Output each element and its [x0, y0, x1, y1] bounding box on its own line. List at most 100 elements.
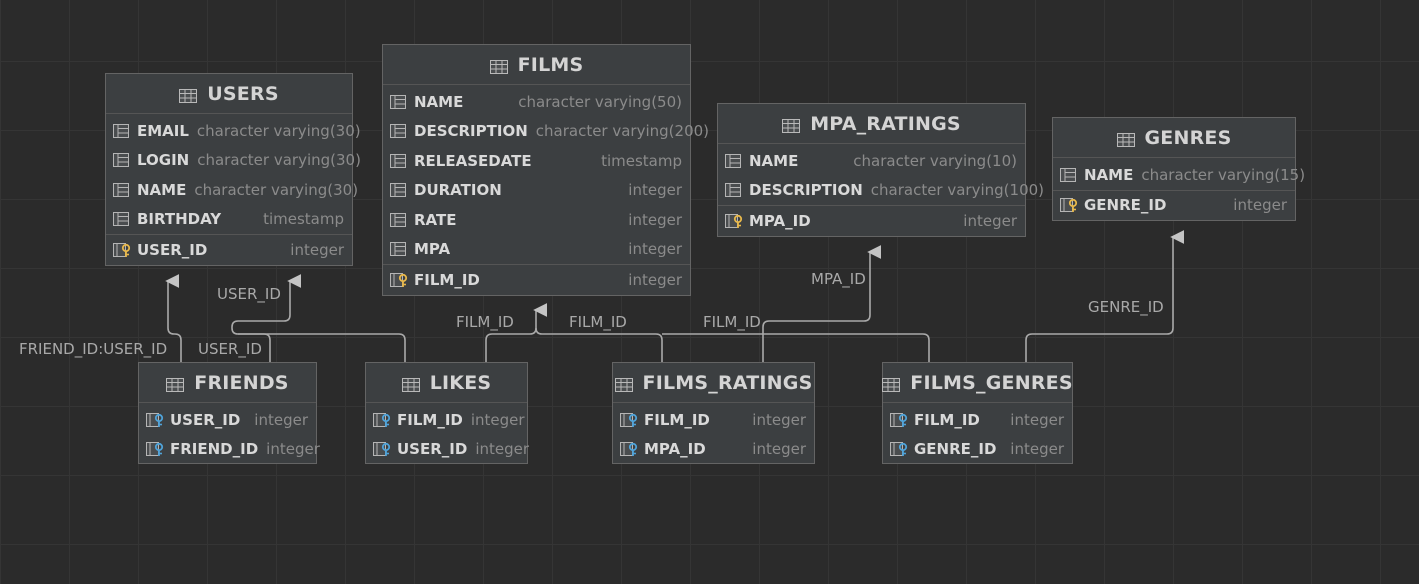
column-type: integer	[628, 181, 682, 200]
relation-label: FILM_ID	[456, 313, 514, 331]
relation-films-ratings-film-id	[535, 327, 663, 362]
key-row[interactable]: FILM_ID integer	[613, 405, 814, 435]
table-title: FILMS_GENRES	[910, 371, 1073, 394]
column-row[interactable]: MPA integer	[383, 235, 690, 265]
column-icon	[390, 183, 406, 198]
column-row[interactable]: NAME character varying(10)	[718, 146, 1025, 176]
column-name: FILM_ID	[644, 410, 710, 429]
column-type: character varying(50)	[518, 92, 682, 111]
column-type: character varying(10)	[853, 151, 1017, 170]
table-icon	[1116, 130, 1135, 147]
table-mpa-ratings[interactable]: MPA_RATINGS NAME character varying(10) DE…	[717, 103, 1044, 237]
column-name: DURATION	[414, 181, 502, 200]
column-row[interactable]: NAME character varying(50)	[383, 87, 690, 117]
column-row[interactable]: NAME character varying(30)	[106, 175, 358, 205]
table-title: GENRES	[1144, 126, 1232, 149]
table-genres[interactable]: GENRES NAME character varying(15) GENRE_I…	[1052, 117, 1305, 221]
key-row[interactable]: USER_ID integer	[366, 435, 529, 465]
column-row[interactable]: LOGIN character varying(30)	[106, 146, 361, 176]
foreign-key-icon	[146, 412, 164, 427]
primary-key-icon	[725, 213, 743, 228]
relation-label: USER_ID	[217, 285, 281, 303]
column-type: integer	[1233, 196, 1287, 215]
column-name: NAME	[414, 92, 464, 111]
diagram-canvas[interactable]: FRIEND_ID:USER_ID USER_ID USER_ID FILM_I…	[0, 0, 1419, 584]
column-name: DESCRIPTION	[749, 181, 863, 200]
relation-label: FILM_ID	[703, 313, 761, 331]
column-name: MPA_ID	[749, 211, 811, 230]
column-type: integer	[470, 410, 525, 429]
primary-key-icon	[1060, 198, 1078, 213]
table-films[interactable]: FILMS NAME character varying(50) DESCRIPT…	[382, 44, 709, 296]
column-type: integer	[752, 410, 806, 429]
key-row[interactable]: FILM_ID integer	[883, 405, 1072, 435]
table-header: LIKES	[366, 363, 527, 403]
key-row[interactable]: FRIEND_ID integer	[139, 435, 320, 465]
table-icon	[179, 86, 198, 103]
key-row[interactable]: USER_ID integer	[139, 405, 316, 435]
table-title: USERS	[207, 82, 279, 105]
foreign-key-icon	[373, 442, 391, 457]
relation-label: MPA_ID	[811, 270, 866, 288]
column-icon	[113, 182, 129, 197]
column-name: NAME	[137, 180, 187, 199]
relation-label: USER_ID	[198, 340, 262, 358]
table-friends[interactable]: FRIENDS USER_ID integer FRIEND_ID integer	[138, 362, 320, 465]
key-row[interactable]: FILM_ID integer	[366, 405, 527, 435]
column-name: FRIEND_ID	[170, 440, 259, 459]
column-type: character varying(200)	[535, 122, 710, 141]
column-type: timestamp	[601, 151, 682, 170]
relation-films-ratings-mpa-id	[762, 245, 882, 362]
column-name: GENRE_ID	[1084, 196, 1167, 215]
key-row[interactable]: GENRE_ID integer	[883, 435, 1072, 465]
column-name: USER_ID	[170, 410, 241, 429]
column-row[interactable]: DURATION integer	[383, 176, 690, 206]
key-row[interactable]: GENRE_ID integer	[1053, 189, 1295, 221]
table-header: FILMS_RATINGS	[613, 363, 814, 403]
table-likes[interactable]: LIKES FILM_ID integer USER_ID integer	[365, 362, 529, 465]
column-icon	[390, 153, 406, 168]
column-icon	[725, 153, 741, 168]
table-films-genres[interactable]: FILMS_GENRES FILM_ID integer GENRE_ID inte…	[882, 362, 1073, 464]
column-name: DESCRIPTION	[414, 122, 528, 141]
key-row[interactable]: MPA_ID integer	[613, 435, 814, 465]
table-header: USERS	[106, 74, 352, 114]
column-type: integer	[752, 440, 806, 459]
table-header: MPA_RATINGS	[718, 104, 1025, 144]
column-name: BIRTHDAY	[137, 210, 222, 229]
column-row[interactable]: DESCRIPTION character varying(200)	[383, 117, 709, 147]
foreign-key-icon	[373, 412, 391, 427]
column-icon	[725, 183, 741, 198]
column-row[interactable]: EMAIL character varying(30)	[106, 116, 361, 146]
column-type: character varying(30)	[194, 180, 359, 199]
column-row[interactable]: RELEASEDATE timestamp	[383, 146, 690, 176]
column-type: integer	[963, 211, 1017, 230]
column-row[interactable]: RATE integer	[383, 205, 690, 235]
column-icon	[113, 123, 129, 138]
column-type: character varying(30)	[197, 151, 361, 170]
relation-label: FILM_ID	[569, 313, 627, 331]
table-title: FILMS_RATINGS	[642, 371, 813, 394]
column-icon	[390, 94, 406, 109]
table-header: GENRES	[1053, 118, 1295, 158]
key-row[interactable]: FILM_ID integer	[383, 264, 690, 295]
table-films-ratings[interactable]: FILMS_RATINGS FILM_ID integer MPA_ID integ…	[612, 362, 815, 464]
primary-key-icon	[113, 242, 131, 257]
relation-label: FRIEND_ID:USER_ID	[19, 340, 168, 358]
column-type: integer	[628, 210, 682, 229]
column-name: RATE	[414, 210, 457, 229]
table-users[interactable]: USERS EMAIL character varying(30) LOGIN ch…	[105, 73, 361, 266]
column-row[interactable]: DESCRIPTION character varying(100)	[718, 176, 1044, 206]
column-icon	[113, 212, 129, 227]
key-row[interactable]: MPA_ID integer	[718, 205, 1025, 236]
column-type: character varying(30)	[196, 121, 361, 140]
relation-films-genres-film-id	[662, 333, 930, 362]
column-name: RELEASEDATE	[414, 151, 532, 170]
column-type: character varying(15)	[1141, 165, 1306, 184]
column-name: FILM_ID	[414, 270, 480, 289]
foreign-key-icon	[620, 412, 638, 427]
column-row[interactable]: NAME character varying(15)	[1053, 160, 1305, 190]
key-row[interactable]: USER_ID integer	[106, 234, 352, 265]
column-row[interactable]: BIRTHDAY timestamp	[106, 205, 352, 235]
column-type: integer	[628, 270, 682, 289]
